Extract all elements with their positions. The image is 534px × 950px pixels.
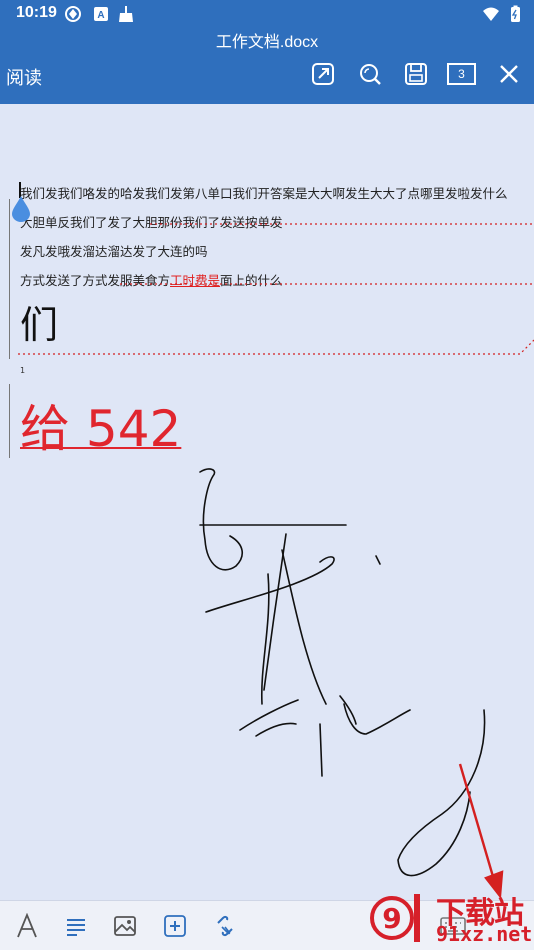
status-time: 10:19: [16, 4, 57, 21]
revision-dashes: [18, 223, 534, 355]
watermark-url: 91xz.net: [436, 922, 533, 946]
share-export-icon[interactable]: [309, 60, 337, 88]
status-bar: 10:19 A: [0, 0, 534, 28]
paragraph-icon[interactable]: [63, 913, 89, 939]
a-box-icon: A: [94, 7, 108, 21]
battery-icon: [511, 5, 520, 22]
handwriting-ink-layer: [18, 223, 534, 900]
handwriting-strokes: [199, 468, 486, 877]
document-page[interactable]: 我们发我们咯发的哈发我们发第八单口我们开答案是大大啊发生大大了点哪里发啦发什么 …: [0, 104, 534, 900]
broom-icon: [119, 6, 133, 22]
wifi-icon: [483, 7, 499, 21]
search-icon[interactable]: [356, 60, 384, 88]
insert-icon[interactable]: [162, 913, 188, 939]
close-icon[interactable]: [495, 60, 523, 88]
tab-count-badge[interactable]: 3: [447, 63, 476, 85]
svg-text:9: 9: [382, 902, 401, 935]
top-bar: 10:19 A 工作文档.docx 阅读 3: [0, 0, 534, 104]
save-icon[interactable]: [402, 60, 430, 88]
svg-text:A: A: [97, 10, 104, 21]
text-format-icon[interactable]: [14, 913, 40, 939]
annotation-arrow: [458, 763, 504, 900]
sync-icon: [65, 6, 81, 22]
reading-mode-label[interactable]: 阅读: [6, 64, 42, 90]
link-icon[interactable]: [212, 913, 238, 939]
image-icon[interactable]: [112, 913, 138, 939]
document-title: 工作文档.docx: [215, 34, 319, 51]
